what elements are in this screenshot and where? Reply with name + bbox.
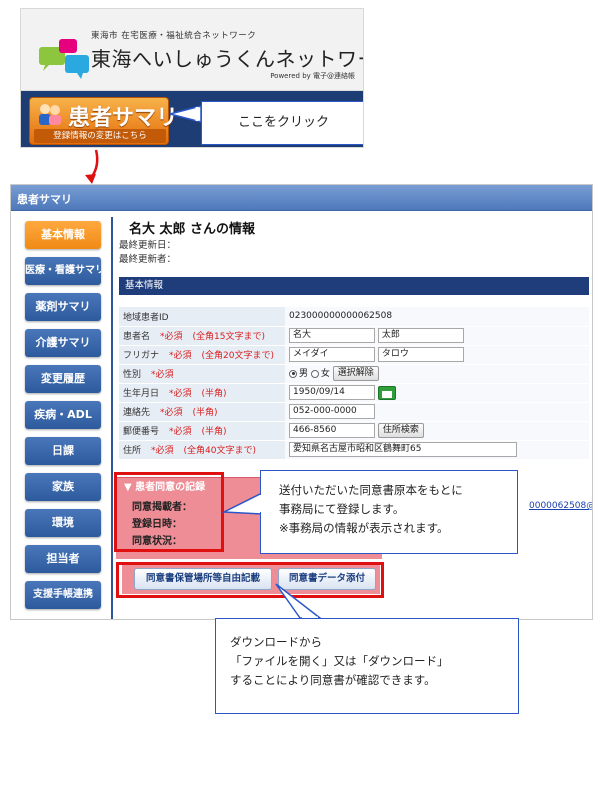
download-callout-line1: ダウンロードから <box>230 635 322 649</box>
gender-inputs: 男 女 選択解除 <box>285 364 589 384</box>
patient-summary-button[interactable]: 患者サマリ 登録情報の変更はこちら <box>29 97 178 145</box>
nav-item-daily-routine[interactable]: 日課 <box>25 437 101 465</box>
contact-input[interactable]: 052-000-0000 <box>289 404 375 419</box>
last-updated-by: 最終更新者： <box>119 254 177 265</box>
table-row: 地域患者ID 023000000000062508 <box>119 307 589 327</box>
basic-info-table: 地域患者ID 023000000000062508 患者名 *必須 (全角15文字ま… <box>119 307 589 460</box>
calendar-icon[interactable] <box>377 385 396 400</box>
field-label: 住所 *必須 (全角40文字まで) <box>119 440 285 460</box>
nav-item-disease-adl[interactable]: 疾病・ADL <box>25 401 101 429</box>
address-search-button[interactable]: 住所検索 <box>377 423 424 438</box>
female-label: 女 <box>320 369 330 379</box>
name-inputs: 名大 太郎 <box>285 326 589 346</box>
people-icon <box>39 104 61 125</box>
table-row: 性別 *必須 男 女 選択解除 <box>119 364 589 384</box>
field-label: 連絡先 *必須 (半角) <box>119 402 285 422</box>
field-label: 地域患者ID <box>119 307 285 327</box>
speech-bubbles-logo-icon <box>39 39 89 79</box>
panel-title: 患者サマリ <box>17 193 72 206</box>
field-label: 郵便番号 *必須 (半角) <box>119 421 285 441</box>
nav-item-medical-summary[interactable]: 医療・看護サマリ <box>25 257 101 285</box>
female-radio[interactable] <box>310 369 319 378</box>
consent-callout-line1: 送付いただいた同意書原本をもとに <box>279 483 463 497</box>
last-name-kana-input[interactable]: メイダイ <box>289 347 375 362</box>
download-callout: ダウンロードから 「ファイルを開く」又は「ダウンロード」 することにより同意書が… <box>215 618 519 714</box>
nav-item-drug-summary[interactable]: 薬剤サマリ <box>25 293 101 321</box>
nav-item-staff[interactable]: 担当者 <box>25 545 101 573</box>
table-row: 患者名 *必須 (全角15文字まで) 名大 太郎 <box>119 326 589 346</box>
nav-item-care-summary[interactable]: 介護サマリ <box>25 329 101 357</box>
field-label: 患者名 *必須 (全角15文字まで) <box>119 326 285 346</box>
download-callout-line2: 「ファイルを開く」又は「ダウンロード」 <box>230 654 449 668</box>
table-row: 生年月日 *必須 (半角) 1950/09/14 <box>119 383 589 403</box>
last-name-input[interactable]: 名大 <box>289 328 375 343</box>
postal-inputs: 466-8560 住所検索 <box>285 421 589 441</box>
header-subtitle: 東海市 在宅医療・福祉統合ネットワーク <box>91 31 257 41</box>
male-radio[interactable] <box>289 369 297 378</box>
nav-item-history[interactable]: 変更履歴 <box>25 365 101 393</box>
nav-item-family[interactable]: 家族 <box>25 473 101 501</box>
first-name-kana-input[interactable]: タロウ <box>377 347 464 362</box>
click-here-callout: ここをクリック <box>201 101 363 145</box>
address-inputs: 愛知県名古屋市昭和区鶴舞町65 <box>285 440 589 460</box>
clear-selection-button[interactable]: 選択解除 <box>332 366 379 381</box>
person-title: 名大 太郎 さんの情報 <box>129 222 256 237</box>
nav-item-environment[interactable]: 環境 <box>25 509 101 537</box>
patient-summary-subtitle: 登録情報の変更はこちら <box>34 129 166 143</box>
table-row: 住所 *必須 (全角40文字まで) 愛知県名古屋市昭和区鶴舞町65 <box>119 440 589 460</box>
red-down-arrow-icon <box>89 149 99 179</box>
nav-divider <box>111 217 113 619</box>
postal-input[interactable]: 466-8560 <box>289 423 375 438</box>
first-name-input[interactable]: 太郎 <box>377 328 464 343</box>
email-fragment: 0000062508@nu-c <box>529 501 593 511</box>
site-title: 東海へいしゅうくんネットワーク <box>91 47 363 71</box>
panel-header: 患者サマリ <box>11 185 592 211</box>
regional-id-value: 023000000000062508 <box>285 307 589 327</box>
birthday-input[interactable]: 1950/09/14 <box>289 385 375 400</box>
table-row: 郵便番号 *必須 (半角) 466-8560 住所検索 <box>119 421 589 441</box>
field-label: フリガナ *必須 (全角20文字まで) <box>119 345 285 365</box>
consent-callout-line3: ※事務局の情報が表示されます。 <box>279 521 449 535</box>
field-label: 生年月日 *必須 (半角) <box>119 383 285 403</box>
powered-by: Powered by 電子@連絡帳 <box>270 72 355 80</box>
site-header-crop: 東海市 在宅医療・福祉統合ネットワーク 東海へいしゅうくんネットワーク Powe… <box>20 8 364 148</box>
consent-callout-line2: 事務局にて登録します。 <box>279 502 405 516</box>
address-input[interactable]: 愛知県名古屋市昭和区鶴舞町65 <box>289 442 517 457</box>
download-callout-line3: することにより同意書が確認できます。 <box>230 673 436 687</box>
birthday-inputs: 1950/09/14 <box>285 383 589 403</box>
section-bar-basic-info: 基本情報 <box>119 277 589 295</box>
male-label: 男 <box>299 369 309 379</box>
consent-callout: 送付いただいた同意書原本をもとに 事務局にて登録します。 ※事務局の情報が表示さ… <box>260 470 518 554</box>
brand-bar: 東海市 在宅医療・福祉統合ネットワーク 東海へいしゅうくんネットワーク Powe… <box>21 9 363 91</box>
patient-summary-title: 患者サマリ <box>68 106 179 131</box>
field-label: 性別 *必須 <box>119 364 285 384</box>
table-row: フリガナ *必須 (全角20文字まで) メイダイ タロウ <box>119 345 589 365</box>
contact-inputs: 052-000-0000 <box>285 402 589 422</box>
buttons-highlight-box <box>116 562 384 598</box>
last-updated-date: 最終更新日： <box>119 240 177 251</box>
consent-highlight-box <box>114 472 224 552</box>
nav-item-support-notebook[interactable]: 支援手帳連携 <box>25 581 101 609</box>
table-row: 連絡先 *必須 (半角) 052-000-0000 <box>119 402 589 422</box>
nav-item-basic-info[interactable]: 基本情報 <box>25 221 101 249</box>
kana-inputs: メイダイ タロウ <box>285 345 589 365</box>
